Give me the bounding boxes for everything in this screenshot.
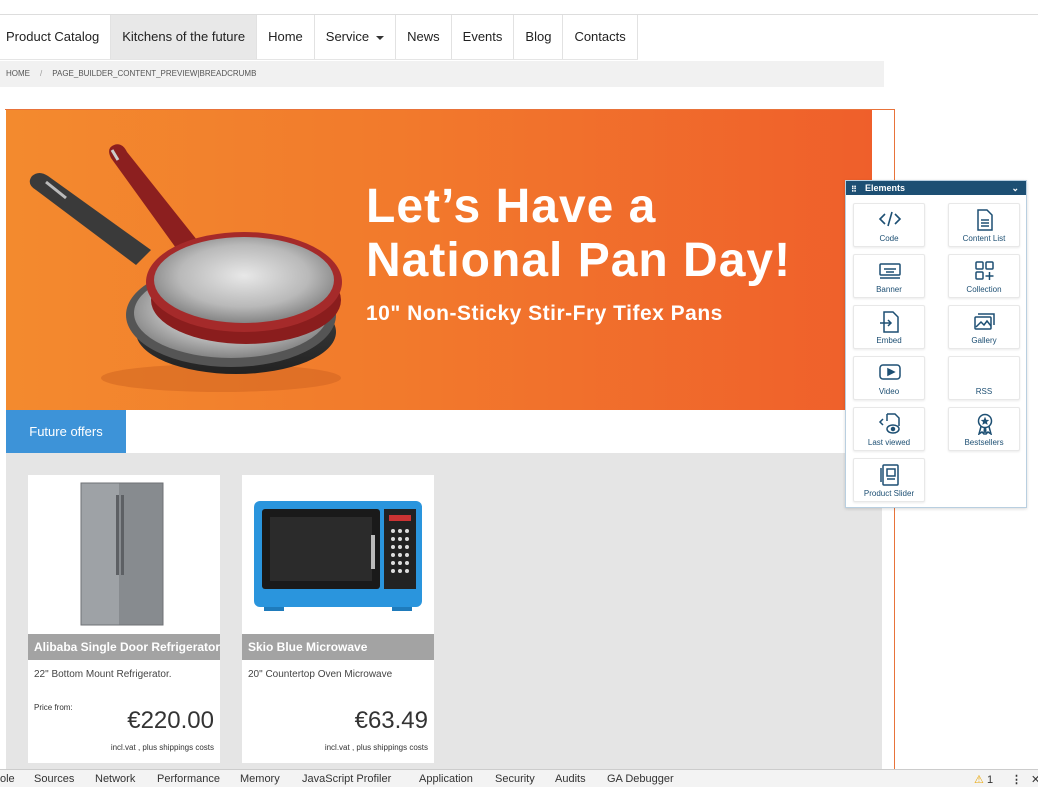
code-icon [878, 211, 902, 227]
breadcrumb-current: PAGE_BUILDER_CONTENT_PREVIEW|BREADCRUMB [52, 69, 257, 78]
warning-triangle-icon: ⚠ [974, 774, 984, 786]
element-label: Product Slider [863, 489, 915, 498]
devtools-tab-sources[interactable]: Sources [34, 773, 74, 785]
nav-item-blog[interactable]: Blog [514, 15, 564, 59]
warning-indicator[interactable]: ⚠ 1 [974, 773, 993, 786]
devtools-tab-ga-debugger[interactable]: GA Debugger [607, 773, 674, 785]
main-nav: Product Catalog Kitchens of the future H… [0, 15, 638, 60]
elements-panel: ⠿ Elements ⌄ Code Content List Banner Co… [845, 180, 1027, 508]
embed-icon [880, 311, 899, 333]
breadcrumb: HOME / PAGE_BUILDER_CONTENT_PREVIEW|BREADC… [0, 61, 884, 87]
hero-banner[interactable]: Let’s Have a National Pan Day! 10" Non-St… [6, 110, 872, 410]
drag-handle-icon[interactable]: ⠿ [851, 183, 857, 197]
element-gallery[interactable]: Gallery [948, 305, 1020, 349]
devtools-tab-performance[interactable]: Performance [157, 773, 220, 785]
devtools-tab-application[interactable]: Application [419, 773, 473, 785]
tab-future-offers[interactable]: Future offers [6, 410, 126, 453]
devtools-tab-audits[interactable]: Audits [555, 773, 586, 785]
vat-note: incl.vat , plus shippings costs [110, 743, 214, 752]
award-ribbon-icon [977, 413, 993, 435]
element-product-slider[interactable]: Product Slider [853, 458, 925, 502]
breadcrumb-separator: / [40, 69, 43, 78]
product-slider-icon [880, 464, 899, 486]
nav-item-home[interactable]: Home [257, 15, 315, 59]
offers-tabbar: Future offers [6, 410, 872, 453]
chevron-down-icon[interactable]: ⌄ [1011, 181, 1019, 195]
product-title[interactable]: Alibaba Single Door Refrigerator [28, 634, 220, 660]
element-rss[interactable]: RSS [948, 356, 1020, 400]
gallery-icon [974, 313, 995, 330]
devtools-tab-javascript-profiler[interactable]: JavaScript Profiler [302, 773, 391, 785]
banner-headline-line2: National Pan Day! [366, 234, 792, 287]
devtools-tab-network[interactable]: Network [95, 773, 135, 785]
nav-item-news[interactable]: News [396, 15, 452, 59]
product-description: 20" Countertop Oven Microwave [248, 669, 393, 680]
banner-headline: Let’s Have a National Pan Day! [366, 180, 791, 288]
nav-item-product-catalog[interactable]: Product Catalog [0, 15, 112, 59]
element-bestsellers[interactable]: Bestsellers [948, 407, 1020, 451]
product-title[interactable]: Skio Blue Microwave [242, 634, 434, 660]
devtools-tab-console[interactable]: ole [0, 773, 15, 785]
element-embed[interactable]: Embed [853, 305, 925, 349]
nav-item-service-label: Service [325, 29, 370, 44]
element-last-viewed[interactable]: Last viewed [853, 407, 925, 451]
elements-panel-header[interactable]: ⠿ Elements ⌄ [846, 181, 1026, 195]
element-label: Banner [876, 285, 902, 294]
price-from-label: Price from: [34, 703, 73, 712]
close-icon[interactable]: ✕ [1031, 773, 1038, 786]
vat-note: incl.vat , plus shippings costs [324, 743, 428, 752]
video-play-icon [879, 364, 901, 380]
element-code[interactable]: Code [853, 203, 925, 247]
microwave-image [254, 501, 422, 611]
element-label: Gallery [971, 336, 997, 345]
warning-count: 1 [986, 774, 994, 786]
collection-grid-icon [975, 261, 994, 280]
element-label: Last viewed [867, 438, 911, 447]
product-card[interactable]: Alibaba Single Door Refrigerator 22" Bot… [28, 475, 220, 763]
element-label: Collection [966, 285, 1002, 294]
product-card[interactable]: Skio Blue Microwave 20" Countertop Oven … [242, 475, 434, 763]
element-content-list[interactable]: Content List [948, 203, 1020, 247]
element-label: Content List [962, 234, 1006, 243]
devtools-tab-security[interactable]: Security [495, 773, 535, 785]
breadcrumb-home[interactable]: HOME [6, 69, 30, 78]
last-viewed-icon [878, 413, 900, 434]
product-description: 22" Bottom Mount Refrigerator. [34, 669, 172, 680]
nav-item-events[interactable]: Events [452, 15, 515, 59]
element-label: Bestsellers [964, 438, 1004, 447]
document-list-icon [977, 209, 993, 231]
elements-panel-title: Elements [865, 183, 906, 193]
element-label: Video [878, 387, 900, 396]
product-price: €63.49 [354, 707, 428, 734]
banner-subline: 10" Non-Sticky Stir-Fry Tifex Pans [366, 302, 723, 325]
element-label: RSS [975, 387, 993, 396]
banner-headline-line1: Let’s Have a [366, 180, 657, 233]
product-price: €220.00 [127, 707, 214, 734]
nav-item-kitchens-of-the-future[interactable]: Kitchens of the future [111, 15, 258, 59]
nav-item-service[interactable]: Service [315, 15, 397, 59]
element-label: Code [879, 234, 899, 243]
element-collection[interactable]: Collection [948, 254, 1020, 298]
devtools-tab-memory[interactable]: Memory [240, 773, 280, 785]
banner-icon [879, 263, 901, 279]
caret-down-icon [376, 35, 385, 40]
element-banner[interactable]: Banner [853, 254, 925, 298]
frying-pans-image [29, 144, 342, 392]
nav-item-contacts[interactable]: Contacts [563, 15, 638, 59]
more-options-icon[interactable]: ⋮ [1011, 773, 1022, 786]
element-video[interactable]: Video [853, 356, 925, 400]
refrigerator-image [80, 482, 164, 626]
element-label: Embed [876, 336, 902, 345]
devtools-tabbar: ole Sources Network Performance Memory J… [0, 769, 1038, 787]
product-list: Alibaba Single Door Refrigerator 22" Bot… [6, 453, 882, 769]
